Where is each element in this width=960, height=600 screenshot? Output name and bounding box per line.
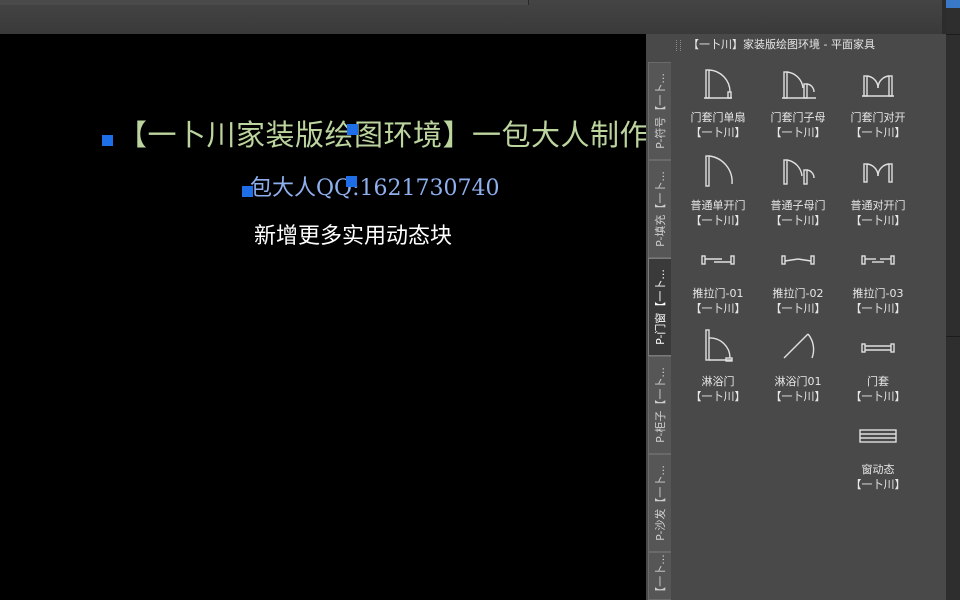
item-name: 推拉门-02 xyxy=(772,287,824,300)
item-name: 推拉门-01 xyxy=(692,287,744,300)
door-single-plain-icon xyxy=(705,155,733,187)
divider xyxy=(946,34,960,35)
item-source: 【一卜川】 xyxy=(770,214,826,227)
item-source: 【一卜川】 xyxy=(850,302,906,315)
item-source: 【一卜川】 xyxy=(690,126,746,139)
tab-label: P-柜子【一卜... xyxy=(654,367,667,443)
item-name: 推拉门-03 xyxy=(852,287,904,300)
palette-item[interactable]: 淋浴门01 【一卜川】 xyxy=(758,328,838,412)
drag-handle-icon[interactable] xyxy=(676,40,681,51)
canvas-qq-text[interactable]: 包大人QQ:1621730740 xyxy=(250,170,499,202)
item-name: 窗动态 xyxy=(861,463,895,476)
item-source: 【一卜川】 xyxy=(770,126,826,139)
shower-door-icon xyxy=(705,329,733,362)
door-single-icon xyxy=(704,69,732,99)
item-name: 门套 xyxy=(867,375,889,388)
grip-handle[interactable] xyxy=(347,124,358,135)
sliding-door-icon xyxy=(861,255,895,265)
palette-item[interactable]: 普通单开门 【一卜川】 xyxy=(678,152,758,236)
palette-item[interactable]: 推拉门-01 【一卜川】 xyxy=(678,240,758,324)
sliding-door-icon xyxy=(701,255,735,265)
divider xyxy=(946,336,960,337)
shower-door-angled-icon xyxy=(783,333,815,359)
item-source: 【一卜川】 xyxy=(770,390,826,403)
item-name: 门套门单扇 xyxy=(690,111,746,124)
canvas-title-text[interactable]: 【一卜川家装版绘图环境】一包大人制作 xyxy=(118,112,646,154)
item-source: 【一卜川】 xyxy=(690,390,746,403)
palette-item[interactable]: 普通对开门 【一卜川】 xyxy=(838,152,918,236)
toolbar-segment[interactable] xyxy=(450,0,529,5)
toolbar-segment[interactable] xyxy=(0,0,71,5)
palette-item[interactable]: 淋浴门 【一卜川】 xyxy=(678,328,758,412)
item-name: 普通对开门 xyxy=(850,199,906,212)
tab-label: P-符号【一卜... xyxy=(654,73,667,149)
item-name: 普通子母门 xyxy=(770,199,826,212)
item-source: 【一卜川】 xyxy=(850,126,906,139)
canvas-note-text[interactable]: 新增更多实用动态块 xyxy=(254,218,452,250)
item-source: 【一卜川】 xyxy=(690,302,746,315)
toolbar-segment[interactable] xyxy=(378,0,451,5)
door-double-icon xyxy=(862,75,894,97)
toolbar-segment[interactable] xyxy=(210,0,311,5)
tab-label: P-门窗【一卜... xyxy=(654,269,667,345)
tab-cabinets[interactable]: P-柜子【一卜... xyxy=(648,356,671,454)
item-name: 普通单开门 xyxy=(690,199,746,212)
tab-label: P-填充【一卜... xyxy=(654,171,667,247)
palette-tabs: P-符号【一卜... P-填充【一卜... P-门窗【一卜... P-柜子【一卜… xyxy=(648,58,672,600)
right-edge-strip xyxy=(946,0,960,600)
tab-more[interactable]: 【一卜... xyxy=(648,552,671,600)
palette-item[interactable]: 窗动态 【一卜川】 xyxy=(838,416,918,500)
tab-sofa[interactable]: P-沙发【一卜... xyxy=(648,454,671,552)
grip-handle[interactable] xyxy=(102,135,113,146)
item-name: 淋浴门01 xyxy=(774,375,822,388)
palette-item[interactable]: 普通子母门 【一卜川】 xyxy=(758,152,838,236)
toolbar-segment[interactable] xyxy=(70,0,211,5)
palette-title-bar[interactable]: 【一卜川】家装版绘图环境 - 平面家具 xyxy=(646,34,946,56)
sliding-door-icon xyxy=(781,255,815,265)
tab-symbols[interactable]: P-符号【一卜... xyxy=(648,62,671,160)
palette-title: 【一卜川】家装版绘图环境 - 平面家具 xyxy=(688,38,875,51)
tab-doors-windows[interactable]: P-门窗【一卜... xyxy=(648,258,671,356)
drawing-canvas[interactable]: 【一卜川家装版绘图环境】一包大人制作 包大人QQ:1621730740 新增更多… xyxy=(0,34,646,600)
door-mother-child-plain-icon xyxy=(783,159,815,185)
tab-fill[interactable]: P-填充【一卜... xyxy=(648,160,671,258)
toolbar-segment[interactable] xyxy=(310,0,379,5)
window-icon xyxy=(859,429,897,443)
palette-item[interactable]: 门套门单扇 【一卜川】 xyxy=(678,64,758,148)
door-double-plain-icon xyxy=(863,163,893,183)
door-mother-child-icon xyxy=(782,71,816,99)
palette-item[interactable]: 门套 【一卜川】 xyxy=(838,328,918,412)
door-frame-icon xyxy=(861,343,895,353)
item-source: 【一卜川】 xyxy=(850,478,906,491)
grip-handle[interactable] xyxy=(346,176,357,187)
item-source: 【一卜川】 xyxy=(850,214,906,227)
tab-label: P-沙发【一卜... xyxy=(654,465,667,541)
top-toolbar xyxy=(0,0,960,35)
tool-palette: 【一卜川】家装版绘图环境 - 平面家具 P-符号【一卜... P-填充【一卜..… xyxy=(646,34,946,600)
palette-item[interactable]: 推拉门-03 【一卜川】 xyxy=(838,240,918,324)
palette-item[interactable]: 门套门对开 【一卜川】 xyxy=(838,64,918,148)
palette-item[interactable]: 门套门子母 【一卜川】 xyxy=(758,64,838,148)
grip-handle[interactable] xyxy=(242,186,253,197)
item-source: 【一卜川】 xyxy=(690,214,746,227)
item-source: 【一卜川】 xyxy=(770,302,826,315)
item-name: 门套门对开 xyxy=(850,111,906,124)
item-source: 【一卜川】 xyxy=(850,390,906,403)
item-name: 淋浴门 xyxy=(701,375,735,388)
palette-item[interactable]: 推拉门-02 【一卜川】 xyxy=(758,240,838,324)
tab-label: 【一卜... xyxy=(654,554,667,598)
right-edge-highlight xyxy=(946,0,960,8)
item-name: 门套门子母 xyxy=(770,111,826,124)
